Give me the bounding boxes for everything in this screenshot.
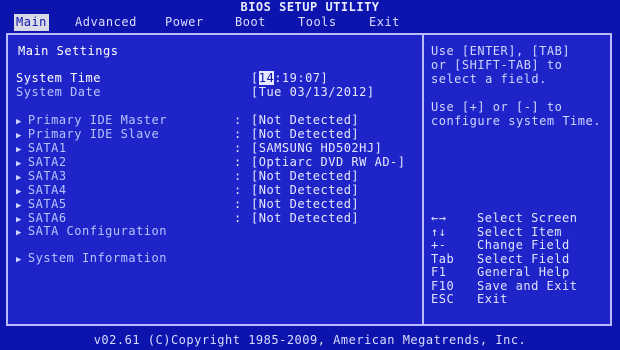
device-value: [Optiarc DVD RW AD-] [251, 155, 406, 169]
triangle-right-icon: ▶ [16, 145, 22, 155]
key-legend-row: +- Change Field [431, 238, 607, 253]
key-legend-row: Tab Select Field [431, 251, 607, 267]
device-row[interactable]: ▶ SATA1 : [SAMSUNG HD502HJ] [16, 141, 416, 155]
device-row[interactable]: ▶ Primary IDE Slave : [Not Detected] [16, 127, 416, 141]
menu-tab-tools[interactable]: Tools [296, 14, 339, 31]
device-row[interactable]: ▶ SATA3 : [Not Detected] [16, 169, 416, 183]
system-time-value[interactable]: [14:19:07] [251, 71, 328, 85]
key-name: F10 [431, 278, 455, 293]
device-value: [Not Detected] [251, 197, 360, 211]
key-description: Select Screen [477, 211, 578, 225]
system-time-rest: :19:07] [274, 71, 329, 85]
device-value: [SAMSUNG HD502HJ] [251, 141, 383, 155]
menu-tab-power[interactable]: Power [163, 14, 206, 31]
menu-bar: Main Advanced Power Boot Tools Exit [0, 14, 620, 32]
triangle-right-icon: ▶ [16, 201, 22, 211]
device-row[interactable]: ▶ SATA2 : [Optiarc DVD RW AD-] [16, 155, 416, 169]
triangle-right-icon: ▶ [16, 117, 22, 127]
key-name: Tab [431, 251, 455, 266]
help-text-line: Use [+] or [-] to [431, 100, 563, 114]
copyright-footer: v02.61 (C)Copyright 1985-2009, American … [93, 333, 527, 347]
left-right-arrows-icon: ←→ [431, 211, 447, 225]
device-colon: : [234, 127, 242, 141]
key-legend-row: ESC Exit [431, 292, 607, 307]
system-information-item[interactable]: ▶ System Information [16, 251, 416, 265]
key-legend: ←→ Select Screen ↑↓ Select Item +- Change F… [431, 211, 607, 307]
menu-tab-exit[interactable]: Exit [367, 14, 402, 31]
system-date-value[interactable]: [Tue 03/13/2012] [251, 85, 375, 99]
device-value: [Not Detected] [251, 211, 360, 225]
key-name: F1 [431, 265, 447, 279]
system-time-bracket: [ [251, 71, 259, 85]
device-value: [Not Detected] [251, 127, 360, 141]
key-description: Select Item [477, 224, 562, 239]
key-legend-row: F1 General Help [431, 265, 607, 280]
system-date-label: System Date [16, 85, 101, 99]
key-name: +- [431, 238, 447, 252]
device-colon: : [234, 141, 242, 155]
system-date-row[interactable]: System Date [Tue 03/13/2012] [16, 85, 416, 99]
up-down-arrows-icon: ↑↓ [431, 224, 447, 239]
key-description: Change Field [477, 238, 570, 252]
device-row[interactable]: ▶ SATA6 : [Not Detected] [16, 211, 416, 225]
system-time-label: System Time [16, 71, 101, 85]
system-time-hour-field[interactable]: 14 [258, 71, 275, 85]
sata-configuration-label: ▶ SATA Configuration [16, 224, 167, 238]
triangle-right-icon: ▶ [16, 131, 22, 141]
menu-tab-main[interactable]: Main [14, 14, 49, 31]
triangle-right-icon: ▶ [16, 159, 22, 169]
triangle-right-icon: ▶ [16, 187, 22, 197]
device-value: [Not Detected] [251, 113, 360, 127]
triangle-right-icon: ▶ [16, 255, 22, 265]
triangle-right-icon: ▶ [16, 228, 22, 238]
device-row[interactable]: ▶ Primary IDE Master : [Not Detected] [16, 113, 416, 127]
device-colon: : [234, 197, 242, 211]
triangle-right-icon: ▶ [16, 173, 22, 183]
help-text-line: or [SHIFT-TAB] to [431, 58, 563, 72]
device-colon: : [234, 113, 242, 127]
help-text-line: Use [ENTER], [TAB] [431, 44, 571, 58]
section-title: Main Settings [18, 44, 119, 58]
device-row[interactable]: ▶ SATA4 : [Not Detected] [16, 183, 416, 197]
key-name: ESC [431, 292, 455, 306]
key-legend-row: ←→ Select Screen [431, 211, 607, 226]
sata-configuration-item[interactable]: ▶ SATA Configuration [16, 224, 416, 238]
help-text-line: select a field. [431, 72, 547, 86]
device-value: [Not Detected] [251, 183, 360, 197]
key-legend-row: ↑↓ Select Item [431, 224, 607, 240]
system-time-row[interactable]: System Time [14:19:07] [16, 71, 416, 85]
key-description: Exit [477, 292, 508, 306]
key-description: Save and Exit [477, 278, 578, 293]
device-colon: : [234, 169, 242, 183]
panel-divider [422, 33, 424, 326]
device-colon: : [234, 183, 242, 197]
key-description: General Help [477, 265, 570, 279]
device-colon: : [234, 211, 242, 225]
system-information-label: ▶ System Information [16, 251, 167, 265]
menu-tab-advanced[interactable]: Advanced [73, 14, 139, 31]
key-legend-row: F10 Save and Exit [431, 278, 607, 294]
menu-tab-boot[interactable]: Boot [233, 14, 268, 31]
device-colon: : [234, 155, 242, 169]
device-value: [Not Detected] [251, 169, 360, 183]
bios-title: BIOS SETUP UTILITY [240, 0, 380, 14]
key-description: Select Field [477, 251, 570, 266]
device-row[interactable]: ▶ SATA5 : [Not Detected] [16, 197, 416, 211]
help-text-line: configure system Time. [431, 114, 601, 128]
